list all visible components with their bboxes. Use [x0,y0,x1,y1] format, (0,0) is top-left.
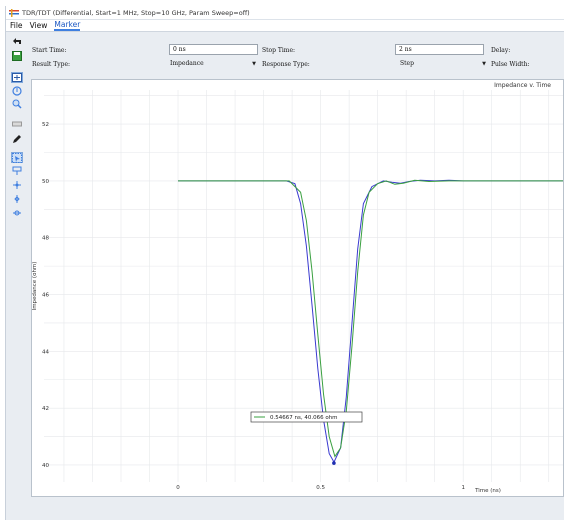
save-icon[interactable] [11,50,23,61]
menu-view[interactable]: View [30,21,48,30]
app-icon [9,8,19,17]
x-axis-label: Time (ns) [474,488,501,494]
response-type-value: Step [400,60,414,67]
start-time-input[interactable]: 0 ns [169,44,258,55]
y-tick-label: 46 [42,293,49,299]
x-tick-label: 0 [176,485,180,491]
result-type-value: Impedance [170,60,204,67]
eraser-icon[interactable] [11,118,23,129]
marker-point [332,461,336,465]
y-tick-label: 42 [42,406,49,412]
x-tick-label: 1 [461,485,465,491]
marker-plus-icon[interactable] [11,179,23,190]
chevron-down-icon: ▼ [252,61,256,67]
title-bar: TDR/TDT (Differential, Start=1 MHz, Stop… [6,6,564,20]
y-tick-label: 52 [42,122,49,128]
window-title: TDR/TDT (Differential, Start=1 MHz, Stop… [22,8,250,17]
plot-panel[interactable]: Impedance v. Time 40 42 44 46 48 50 52 0 0.5 1 Tim… [31,79,564,497]
fit-icon[interactable] [11,72,23,83]
status-strip [20,497,564,514]
marker-readout-label: 0.54667 ns, 40.066 ohm [270,415,338,421]
series-line-2 [178,179,563,458]
y-tick-label: 40 [42,463,49,469]
back-arrow-icon[interactable] [11,36,23,47]
y-tick-label: 48 [42,236,49,242]
result-type-label: Result Type: [32,61,71,68]
marker-flag-icon[interactable] [11,165,23,176]
series-line-1 [178,179,563,464]
marker-double-icon[interactable] [11,207,23,218]
y-tick-label: 44 [42,349,49,355]
select-pointer-icon[interactable] [11,152,23,163]
menu-marker[interactable]: Marker [54,20,81,31]
stop-time-label: Stop Time: [262,47,296,54]
start-time-label: Start Time: [32,47,67,54]
delay-label: Delay: [491,47,511,54]
chevron-down-icon: ▼ [482,61,486,67]
impedance-chart[interactable]: 40 42 44 46 48 50 52 0 0.5 1 Time (ns) Impedance (o… [32,80,563,496]
menu-file[interactable]: File [10,21,23,30]
pen-icon[interactable] [11,133,23,144]
settings-form: Start Time: 0 ns Stop Time: 2 ns Delay: … [26,32,564,76]
pulse-width-label: Pulse Width: [491,61,530,68]
stop-time-input[interactable]: 2 ns [395,44,484,55]
response-type-label: Response Type: [262,61,310,68]
left-toolbar [6,32,26,520]
menu-bar: File View Marker [6,20,564,32]
marker-diamond-icon[interactable] [11,193,23,204]
y-tick-label: 50 [42,179,49,185]
pan-hand-icon[interactable] [11,85,23,96]
x-tick-label: 0.5 [316,485,325,491]
zoom-icon[interactable] [11,98,23,109]
y-axis-label: Impedance (ohm) [32,262,38,311]
result-type-select[interactable]: Impedance ▼ [168,59,258,69]
response-type-select[interactable]: Step ▼ [398,59,488,69]
